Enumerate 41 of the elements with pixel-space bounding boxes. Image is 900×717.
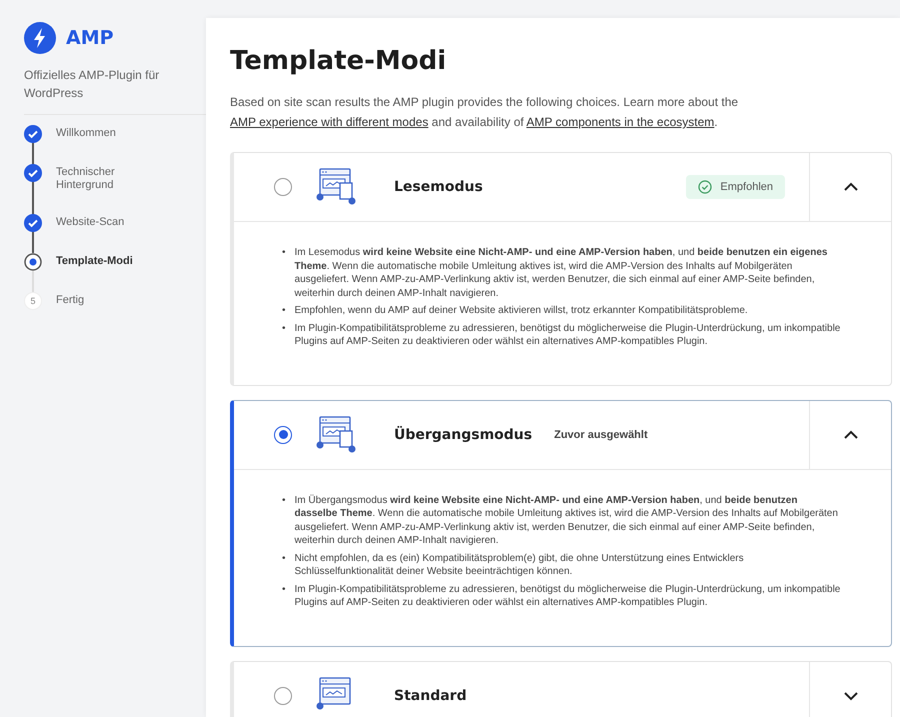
mode-description: Empfohlen, wenn du AMP auf deiner Website aktivieren willst, trotz erkannter Kompatibilitätsprobleme. — [294, 304, 748, 318]
radio-button[interactable] — [274, 686, 292, 704]
bullet-marker: • — [282, 304, 286, 318]
intro-link[interactable]: AMP experience with different modes — [230, 115, 428, 129]
bullet-marker: • — [282, 552, 286, 566]
step-label: Technischer Hintergrund — [56, 165, 116, 192]
check-circle-icon — [698, 180, 712, 194]
check-icon — [24, 125, 42, 143]
mode-title: Lesemodus — [394, 179, 483, 195]
step-number: 5 — [24, 292, 42, 310]
brand-name: AMP — [66, 27, 114, 49]
chevron-down-icon — [842, 690, 858, 700]
intro-link[interactable]: AMP components in the ecosystem — [526, 115, 714, 129]
mode-description: Im Übergangsmodus wird keine Website eine Nicht-AMP- und eine AMP-Version haben, und beide benutzen dasselbe Theme. Wenn die automatische mobile Umleitung aktives ist, wird die AMP-Version des Inhalts auf Mobilgeräten ausgeliefert. Wenn AMP-zu-AMP-Verlinkung aktiv ist, werden Benutzer, die sich einmal auf einer AMP-Seite befinden, weiterhin durch deinen AMP-Inhalt navigieren. — [294, 494, 839, 548]
bullet-marker: • — [282, 322, 286, 336]
intro-text: Based on site scan results the AMP plugin provides the following choices. Learn more about the AMP experience with different modes and availability of AMP components in the ecosystem. — [230, 94, 740, 131]
mode-description: Im Plugin-Kompatibilitätsprobleme zu adressieren, benötigst du möglicherweise die Plugin-Unterdrückung, um inkompatible Plugins auf AMP-Seiten zu deaktivieren oder wählst ein alternatives AMP-kompatibles Plugin. — [294, 582, 841, 610]
step-label: Website-Scan — [56, 215, 126, 229]
radio-button[interactable] — [274, 426, 292, 444]
mode-title: Standard — [394, 688, 467, 704]
check-icon — [24, 214, 42, 232]
chevron-up-icon — [842, 430, 858, 440]
mode-description: Im Plugin-Kompatibilitätsprobleme zu adressieren, benötigst du möglicherweise die Plugin-Unterdrückung, um inkompatible Plugins auf AMP-Seiten zu deaktivieren oder wählst ein alternatives AMP-kompatibles Plugin. — [294, 322, 841, 348]
browser-window-icon — [314, 414, 358, 454]
mode-title: Übergangsmodus — [394, 426, 532, 442]
check-icon — [24, 164, 42, 182]
step-label: Fertig — [56, 293, 86, 307]
mode-description: Im Lesemodus wird keine Website eine Nicht-AMP- und eine AMP-Version haben, und beide benutzen ein eigenes Theme. Wenn die automatische mobile Umleitung aktives ist, wird die AMP-Version des Inhalts auf Mobilgeräten ausgeliefert. Wenn AMP-zu-AMP-Verlinkung aktiv ist, werden Benutzer, die sich einmal auf einer AMP-Seite befinden, weiterhin durch deinen AMP-Inhalt navigieren. — [294, 246, 828, 300]
bullet-marker: • — [282, 246, 286, 260]
mode-description: Nicht empfohlen, da es (ein) Kompatibilitätsproblem(e) gibt, die ohne Unterstützung eines Entwicklers Schlüsselfunktionalität deiner Website beeinträchtigen können. — [294, 552, 745, 578]
page-title: Template-Modi — [230, 46, 448, 76]
bullet-marker: • — [282, 582, 286, 596]
bullet-marker: • — [282, 494, 286, 508]
step-label: Willkommen — [56, 126, 117, 140]
lightning-logo-icon — [24, 22, 56, 54]
badge-text: Empfohlen — [720, 181, 773, 193]
chevron-up-icon — [842, 182, 858, 192]
browser-window-icon — [314, 167, 358, 207]
previously-selected-note: Zuvor ausgewählt — [554, 428, 648, 440]
step-label: Template-Modi — [56, 254, 134, 268]
radio-button[interactable] — [274, 178, 292, 196]
